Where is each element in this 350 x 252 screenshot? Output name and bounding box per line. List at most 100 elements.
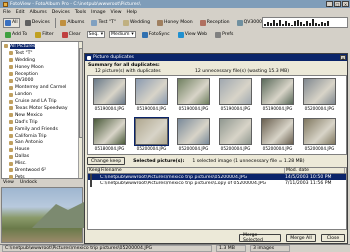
tree-scrollbar[interactable]	[78, 42, 83, 178]
menu-edit[interactable]: Edit	[16, 10, 25, 15]
tree-item[interactable]: California Trip	[3, 133, 81, 140]
album-honey-moon-button[interactable]: Honey Moon	[155, 18, 195, 28]
menu-image[interactable]: Image	[91, 10, 105, 15]
menu-help[interactable]: Help	[126, 10, 136, 15]
thumbnail[interactable]: 05190004.JPG	[132, 78, 171, 116]
folder-icon	[9, 51, 13, 56]
thumbnail-image	[135, 78, 168, 105]
tree-item[interactable]: Family and Friends	[3, 126, 81, 133]
thumbnail[interactable]: 05180004.JPG	[90, 118, 129, 156]
menu-view[interactable]: View	[111, 10, 122, 15]
album-wedding-button[interactable]: Wedding	[121, 18, 152, 28]
action-toolbar: Add To Filter Clear Seq. ▾ Medium ▾ FotoSy…	[0, 29, 350, 40]
histogram-bar	[300, 22, 302, 26]
size-select[interactable]: Medium ▾	[109, 31, 136, 38]
album-icon	[236, 19, 243, 26]
thumbnail[interactable]: 05200004.JPG	[300, 78, 339, 116]
selected-label: Selected picture(s):	[133, 158, 185, 164]
tree-item[interactable]: Brentwood 6²	[3, 167, 81, 174]
histogram-bar	[327, 21, 329, 26]
histogram-bar	[306, 20, 308, 26]
thumbnail-grid: 05190004.JPG 05190004.JPG 05190004.JPG 0519…	[87, 75, 347, 155]
tree-item-label: House	[15, 147, 30, 153]
close-button[interactable]: Close	[321, 234, 345, 242]
tree-item-label: Brentwood 6²	[15, 167, 46, 173]
minimize-button[interactable]: _	[326, 1, 333, 7]
album-tree[interactable]: All Pictures Test "T" Wedding Honey Moon Rec…	[1, 41, 83, 180]
table-row[interactable]: C:\inetpub\wwwroot\Pictures\mexico trip …	[88, 173, 346, 181]
histogram-bar	[294, 21, 296, 26]
tree-item-label: Texas Motor Speedway	[15, 105, 68, 111]
thumbnail[interactable]: 05200004.JPG	[216, 118, 255, 156]
tree-scroll-thumb[interactable]	[79, 48, 83, 138]
filter-button[interactable]: Filter	[33, 30, 55, 40]
sequence-select[interactable]: Seq. ▾	[86, 31, 106, 38]
album-icon	[91, 19, 98, 26]
prefs-button[interactable]: Prefs	[213, 30, 235, 40]
preview-image	[1, 187, 92, 243]
add-to-button[interactable]: Add To	[3, 30, 29, 40]
menu-albums[interactable]: Albums	[30, 10, 47, 15]
view-web-button[interactable]: View Web	[176, 30, 209, 40]
clear-button[interactable]: Clear	[60, 30, 83, 40]
merge-all-button[interactable]: Merge All	[286, 234, 316, 242]
all-button[interactable]: All	[3, 17, 20, 28]
tree-item[interactable]: Texas Motor Speedway	[3, 105, 81, 112]
menu-devices[interactable]: Devices	[52, 10, 70, 15]
undock-button[interactable]: Undock	[20, 180, 37, 186]
thumbnail-caption: 05200004.JPG	[178, 146, 209, 151]
tree-item[interactable]: London	[3, 91, 81, 98]
thumbnail[interactable]: 05200004.JPG	[300, 118, 339, 156]
left-panel: All Pictures Test "T" Wedding Honey Moon Rec…	[0, 41, 92, 243]
tree-item-label: Dallas	[15, 154, 30, 160]
thumbnail-image	[93, 78, 126, 105]
tree-item[interactable]: Test "T"	[3, 50, 81, 57]
close-window-button[interactable]: ×	[342, 1, 349, 7]
tree-item[interactable]: Wedding	[3, 57, 81, 64]
devices-button[interactable]: Devices	[23, 18, 52, 28]
dialog-close-icon[interactable]: ×	[340, 55, 346, 61]
albums-button[interactable]: Albums	[58, 18, 86, 28]
maximize-button[interactable]: □	[334, 1, 341, 7]
tree-item[interactable]: Honey Moon	[3, 64, 81, 71]
tree-item-label: Wedding	[15, 57, 36, 63]
thumbnail-image	[219, 118, 252, 145]
tree-item[interactable]: New Mexico	[3, 112, 81, 119]
thumbnail[interactable]: 05190004.JPG	[258, 78, 297, 116]
view-menu[interactable]: View	[3, 180, 14, 186]
tree-item[interactable]: Dad's Trip	[3, 119, 81, 126]
tree-item[interactable]: Cruise and LA Trip	[3, 98, 81, 105]
tree-item[interactable]: San Antonio	[3, 139, 81, 146]
thumbnail-image	[261, 78, 294, 105]
tree-item[interactable]: Reception	[3, 71, 81, 78]
tree-item[interactable]: Misc.	[3, 160, 81, 167]
tree-item[interactable]: House	[3, 146, 81, 153]
thumbnail[interactable]: 05190004.JPG	[174, 78, 213, 116]
thumbnail[interactable]: 05190004.JPG	[90, 78, 129, 116]
thumbnail-caption: 05200004.JPG	[304, 146, 335, 151]
thumbnail[interactable]: 05190004.JPG	[216, 78, 255, 116]
menu-tools[interactable]: Tools	[75, 10, 86, 15]
tree-item[interactable]: QV3000	[3, 77, 81, 84]
table-row[interactable]: C:\inetpub\wwwroot\Pictures\mexico trip …	[88, 179, 346, 187]
tree-item[interactable]: Dallas	[3, 153, 81, 160]
album-test-button[interactable]: Test "T"	[89, 18, 118, 28]
col-filename[interactable]: Filename	[100, 168, 285, 173]
keep-checkbox[interactable]	[90, 179, 92, 187]
col-keep[interactable]: Keep	[88, 168, 100, 173]
merge-selected-button[interactable]: Merge Selected	[239, 233, 281, 243]
thumbnail[interactable]: 05200004.JPG	[174, 118, 213, 156]
folder-icon	[9, 78, 13, 83]
album-icon	[199, 19, 206, 26]
tree-item[interactable]: All Pictures	[3, 43, 81, 50]
album-reception-button[interactable]: Reception	[198, 18, 232, 28]
tree-item[interactable]: Monterrey and Carmel	[3, 84, 81, 91]
thumbnail[interactable]: 05200004.JPG	[132, 117, 171, 156]
thumbnail[interactable]: 05200004.JPG	[258, 118, 297, 156]
col-mod-date[interactable]: Mod. date	[285, 168, 345, 173]
histogram-bar	[321, 21, 323, 26]
menu-file[interactable]: File	[3, 10, 11, 15]
album-qv3000-button[interactable]: QV3000	[235, 18, 264, 28]
change-keep-button[interactable]: Change keep	[87, 157, 126, 165]
fotosync-button[interactable]: FotoSync	[140, 30, 172, 40]
